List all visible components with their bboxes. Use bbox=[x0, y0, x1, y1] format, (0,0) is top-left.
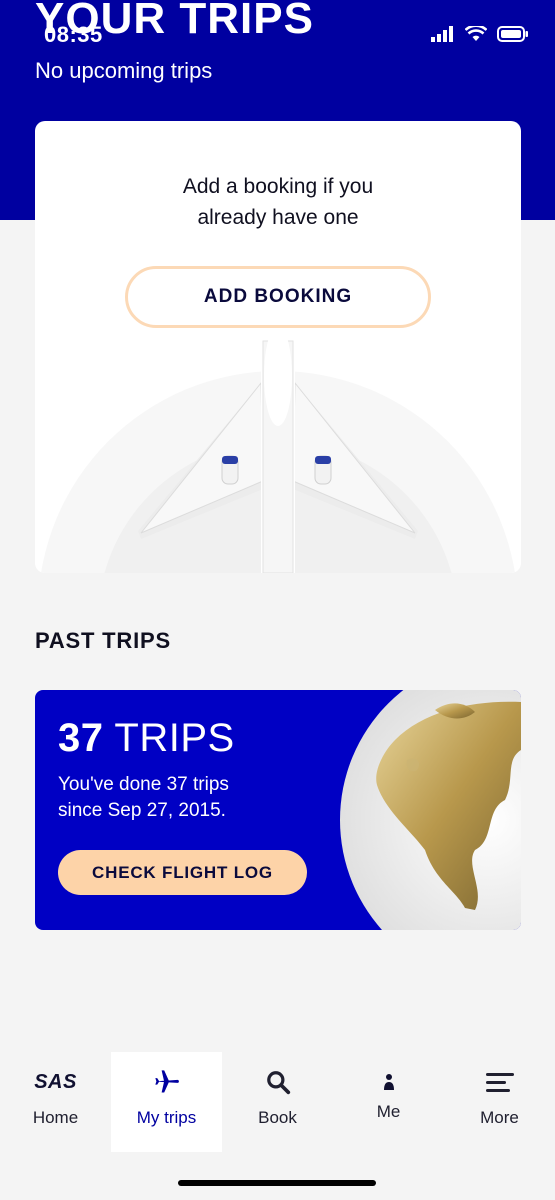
home-indicator bbox=[178, 1180, 376, 1186]
tab-my-trips-label: My trips bbox=[136, 1108, 197, 1127]
page-subtitle: No upcoming trips bbox=[35, 58, 213, 83]
add-booking-button[interactable]: ADD BOOKING bbox=[125, 266, 431, 328]
booking-prompt: Add a booking if you already have one bbox=[182, 175, 374, 229]
trips-description: You've done 37 trips since Sep 27, 2015. bbox=[58, 774, 229, 821]
tab-more-label: More bbox=[480, 1108, 519, 1127]
trips-count-number: 37 bbox=[58, 716, 104, 760]
tab-home-label: Home bbox=[32, 1108, 79, 1127]
globe-illustration bbox=[340, 690, 521, 930]
airplane-icon bbox=[153, 1068, 181, 1096]
tab-bar: SAS Home My trips Book Me More bbox=[0, 1052, 555, 1152]
tab-book-label: Book bbox=[258, 1108, 297, 1127]
tab-me[interactable]: Me bbox=[333, 1052, 444, 1152]
search-icon bbox=[265, 1068, 291, 1096]
trips-count-heading: 37 TRIPS bbox=[58, 716, 235, 761]
past-trips-card[interactable]: 37 TRIPS You've done 37 trips since Sep … bbox=[35, 690, 521, 930]
tab-more[interactable]: More bbox=[444, 1052, 555, 1152]
wifi-icon bbox=[465, 26, 487, 41]
airplane-illustration bbox=[41, 321, 515, 573]
check-flight-log-button[interactable]: CHECK FLIGHT LOG bbox=[58, 850, 307, 895]
tab-book[interactable]: Book bbox=[222, 1052, 333, 1152]
status-time: 08:35 bbox=[44, 22, 103, 47]
past-trips-title: PAST TRIPS bbox=[35, 628, 171, 653]
person-icon bbox=[382, 1068, 396, 1096]
sas-logo-text: SAS bbox=[34, 1070, 77, 1093]
sas-logo-icon: SAS bbox=[34, 1068, 77, 1096]
tab-my-trips[interactable]: My trips bbox=[111, 1052, 222, 1152]
trips-count-suffix: TRIPS bbox=[103, 716, 235, 760]
signal-icon bbox=[431, 26, 453, 42]
status-icons bbox=[431, 26, 529, 42]
menu-icon bbox=[485, 1068, 515, 1096]
tab-home[interactable]: SAS Home bbox=[0, 1052, 111, 1152]
booking-card: Add a booking if you already have one AD… bbox=[35, 121, 521, 573]
tab-me-label: Me bbox=[376, 1102, 401, 1121]
battery-icon bbox=[497, 26, 528, 42]
